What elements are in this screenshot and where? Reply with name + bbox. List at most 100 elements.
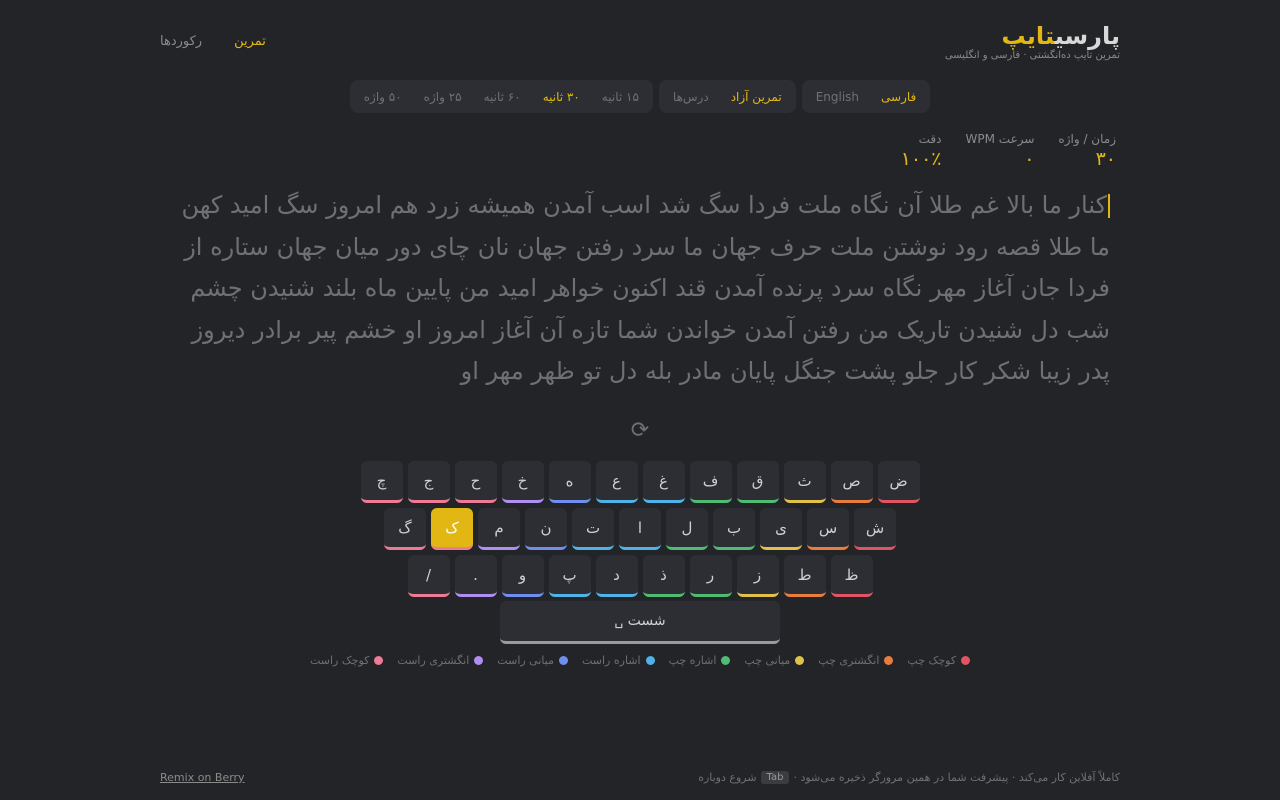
- key[interactable]: ح: [454, 461, 497, 503]
- key[interactable]: ن: [525, 508, 567, 550]
- language-group: فارسی English: [801, 80, 931, 113]
- key[interactable]: و: [501, 555, 544, 597]
- key[interactable]: م: [478, 508, 520, 550]
- finger-legend: کوچک چپ انگشتری چپ میانی چپ اشاره چپ اشاره ر…: [0, 654, 1280, 667]
- duration-15s[interactable]: ۱۵ ثانیه: [602, 90, 639, 104]
- key[interactable]: /: [407, 555, 450, 597]
- legend-item: اشاره راست: [582, 654, 655, 667]
- duration-50-words[interactable]: ۵۰ واژه: [364, 90, 402, 104]
- stat-accuracy-label: دقت: [918, 132, 942, 146]
- typing-area[interactable]: کنار ما بالا غم طلا آن نگاه ملت فردا سگ …: [160, 185, 1120, 393]
- key[interactable]: ض: [877, 461, 920, 503]
- key[interactable]: ت: [572, 508, 614, 550]
- key[interactable]: ص: [830, 461, 873, 503]
- key[interactable]: ب: [713, 508, 755, 550]
- legend-dot: [645, 656, 655, 665]
- legend-item: کوچک چپ: [907, 654, 971, 667]
- key[interactable]: گ: [384, 508, 426, 550]
- key[interactable]: غ: [642, 461, 685, 503]
- header: پارسیتایپ تمرین تایپ ده‌انگشتی · فارسی و…: [160, 20, 1120, 70]
- keyboard-row: ضصثقفغعهخحجچ: [0, 461, 1280, 503]
- key-active[interactable]: ک: [431, 508, 473, 550]
- legend-item: اشاره چپ: [669, 654, 731, 667]
- legend-dot: [374, 656, 384, 665]
- key[interactable]: ذ: [642, 555, 685, 597]
- legend-dot: [474, 656, 484, 665]
- key[interactable]: خ: [501, 461, 544, 503]
- footer-note: کاملاً آفلاین کار می‌کند · پیشرفت شما در…: [698, 771, 1120, 784]
- legend-label: کوچک راست: [309, 654, 370, 667]
- key[interactable]: ظ: [830, 555, 873, 597]
- legend-label: اشاره چپ: [668, 654, 717, 667]
- keyboard-row: شسیبلاتنمکگ: [0, 508, 1280, 550]
- remix-link[interactable]: Remix on Berry: [160, 771, 245, 784]
- legend-dot: [721, 656, 731, 665]
- stats-panel: زمان / واژه ۳۰ سرعت WPM ۰ دقت ۱۰۰٪: [901, 132, 1116, 170]
- legend-item: انگشتری راست: [397, 654, 484, 667]
- legend-dot: [558, 656, 568, 665]
- key[interactable]: ش: [854, 508, 896, 550]
- key[interactable]: ط: [783, 555, 826, 597]
- logo[interactable]: پارسیتایپ: [945, 20, 1120, 52]
- brand: پارسیتایپ تمرین تایپ ده‌انگشتی · فارسی و…: [945, 20, 1120, 61]
- legend-dot: [884, 656, 894, 665]
- stat-accuracy-value: ۱۰۰٪: [900, 148, 942, 170]
- space-key[interactable]: شست ␣: [500, 601, 780, 644]
- legend-item: میانی راست: [497, 654, 568, 667]
- duration-60s[interactable]: ۶۰ ثانیه: [484, 90, 521, 104]
- typing-caret: [1108, 194, 1110, 218]
- legend-dot: [795, 656, 805, 665]
- mode-bar: فارسی English تمرین آزاد درس‌ها ۱۵ ثانیه…: [0, 80, 1280, 113]
- key[interactable]: ج: [407, 461, 450, 503]
- legend-label: اشاره راست: [581, 654, 641, 667]
- legend-label: انگشتری راست: [397, 654, 470, 667]
- nav-records[interactable]: رکوردها: [160, 34, 202, 49]
- stat-wpm: سرعت WPM ۰: [966, 132, 1035, 170]
- legend-label: کوچک چپ: [907, 654, 957, 667]
- legend-item: کوچک راست: [309, 654, 384, 667]
- keyboard-row-space: شست ␣: [0, 601, 1280, 644]
- key[interactable]: چ: [360, 461, 403, 503]
- legend-item: میانی چپ: [744, 654, 805, 667]
- keyboard-row: ظ ط ز ر ذ د پ و. /: [0, 555, 1280, 597]
- tab-key-hint: Tab: [760, 771, 790, 784]
- language-english[interactable]: English: [816, 90, 859, 104]
- key[interactable]: ث: [783, 461, 826, 503]
- duration-30s[interactable]: ۳۰ ثانیه: [543, 90, 580, 104]
- key[interactable]: ا: [619, 508, 661, 550]
- type-lessons[interactable]: درس‌ها: [673, 90, 709, 104]
- legend-label: انگشتری چپ: [818, 654, 880, 667]
- key[interactable]: ق: [736, 461, 779, 503]
- key[interactable]: .: [454, 555, 497, 597]
- key[interactable]: س: [807, 508, 849, 550]
- word-stream: کنار ما بالا غم طلا آن نگاه ملت فردا سگ …: [181, 191, 1110, 385]
- logo-accent: تایپ: [1001, 22, 1055, 50]
- key[interactable]: د: [595, 555, 638, 597]
- key[interactable]: ز: [736, 555, 779, 597]
- type-free-practice[interactable]: تمرین آزاد: [731, 90, 782, 104]
- key[interactable]: ع: [595, 461, 638, 503]
- nav-practice[interactable]: تمرین: [234, 34, 266, 49]
- legend-label: میانی چپ: [744, 654, 791, 667]
- key[interactable]: پ: [548, 555, 591, 597]
- footer-note-restart: شروع دوباره: [698, 771, 757, 784]
- key[interactable]: ف: [689, 461, 732, 503]
- legend-label: میانی راست: [497, 654, 554, 667]
- legend-dot: [961, 656, 971, 665]
- key[interactable]: ی: [760, 508, 802, 550]
- key[interactable]: ل: [666, 508, 708, 550]
- language-farsi[interactable]: فارسی: [881, 90, 916, 104]
- duration-25-words[interactable]: ۲۵ واژه: [424, 90, 462, 104]
- key[interactable]: ه: [548, 461, 591, 503]
- type-group: تمرین آزاد درس‌ها: [658, 80, 796, 113]
- key[interactable]: ر: [689, 555, 732, 597]
- restart-icon[interactable]: ⟳: [620, 418, 660, 443]
- stat-time: زمان / واژه ۳۰: [1058, 132, 1116, 170]
- stat-wpm-value: ۰: [1024, 148, 1035, 170]
- logo-main: پارسی: [1054, 22, 1120, 50]
- stat-time-label: زمان / واژه: [1058, 132, 1116, 146]
- legend-item: انگشتری چپ: [818, 654, 894, 667]
- footer: Remix on Berry کاملاً آفلاین کار می‌کند …: [160, 771, 1120, 787]
- duration-group: ۱۵ ثانیه ۳۰ ثانیه ۶۰ ثانیه ۲۵ واژه ۵۰ وا…: [349, 80, 653, 113]
- stat-wpm-label: سرعت WPM: [965, 132, 1035, 146]
